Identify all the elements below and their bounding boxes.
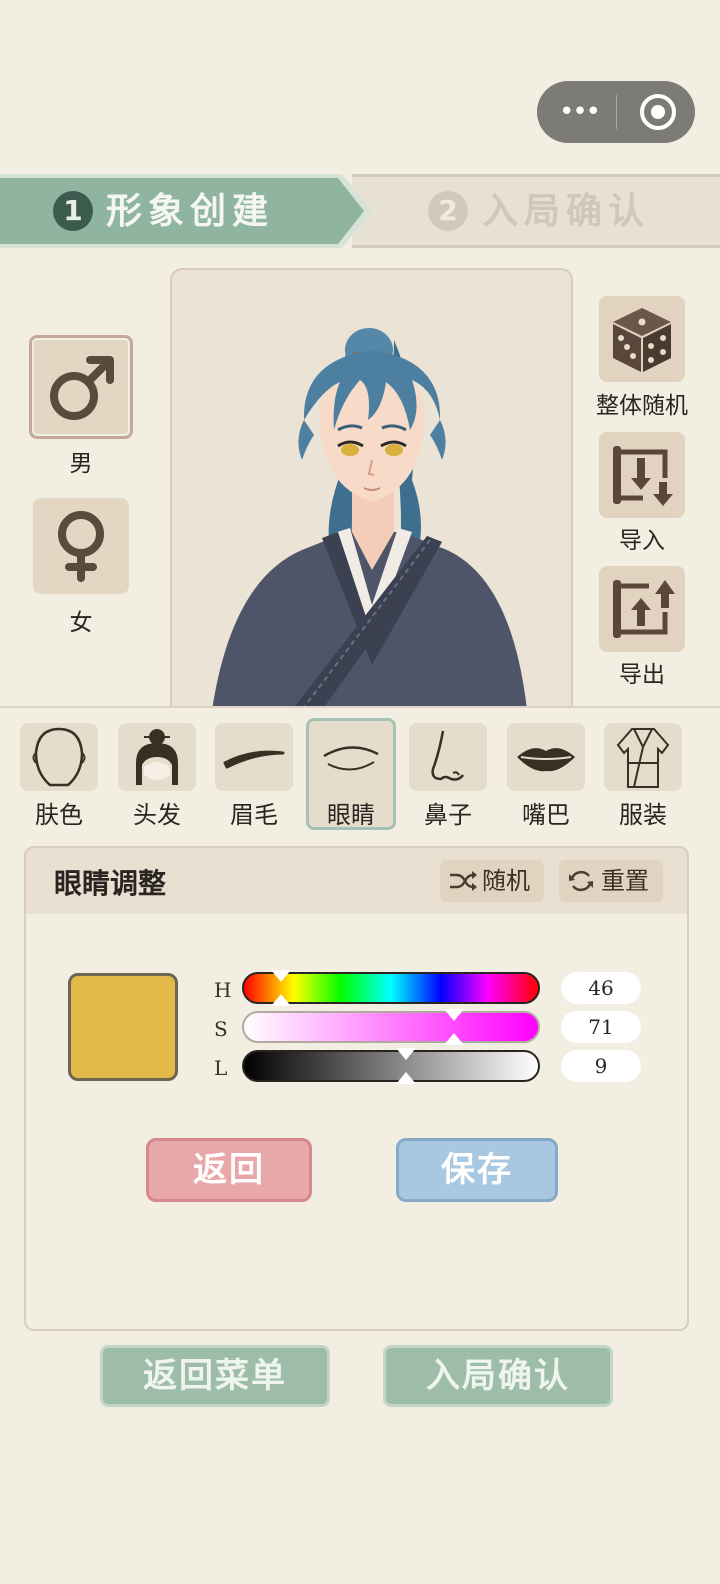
saturation-value[interactable]: 71 (561, 1011, 641, 1043)
male-button[interactable] (29, 335, 133, 439)
import-label: 导入 (619, 528, 665, 554)
category-clothing-button[interactable] (604, 723, 682, 791)
category-skin-button[interactable] (20, 723, 98, 791)
female-button[interactable] (33, 498, 129, 594)
reset-label: 重置 (601, 867, 649, 895)
hue-handle-top[interactable] (271, 970, 291, 982)
saturation-handle-bottom[interactable] (444, 1033, 464, 1045)
male-symbol-icon (50, 356, 114, 420)
hue-slider[interactable] (242, 970, 540, 1006)
step-2-label: 入局确认 (482, 190, 651, 232)
save-button[interactable]: 保存 (396, 1138, 558, 1202)
dice-icon (613, 308, 671, 372)
saturation-slider[interactable] (242, 1009, 540, 1045)
female-symbol-icon (58, 511, 104, 582)
category-eye-label: 眼睛 (327, 801, 375, 829)
eye-adjust-panel: 眼睛调整 随机 重置 H 46 S 71 L 9 返回 保存 (24, 846, 689, 1331)
return-menu-button[interactable]: 返回菜单 (100, 1345, 330, 1407)
lightness-label: L (214, 1056, 228, 1080)
face-outline-icon (32, 727, 86, 787)
back-button[interactable]: 返回 (146, 1138, 312, 1202)
category-hair-label: 头发 (133, 801, 181, 829)
hue-label: H (214, 978, 232, 1002)
hair-bun-icon (136, 729, 178, 785)
step-2-number: 2 (428, 191, 468, 231)
step-1-label: 形象创建 (106, 190, 275, 232)
panel-title: 眼睛调整 (54, 867, 167, 900)
random-all-button[interactable] (599, 296, 685, 382)
saturation-handle-top[interactable] (444, 1009, 464, 1021)
category-skin-label: 肤色 (35, 801, 83, 829)
target-circle-icon[interactable] (640, 94, 676, 130)
import-button[interactable] (599, 432, 685, 518)
category-eyebrow-button[interactable] (215, 723, 293, 791)
step-bar: 2 入局确认 1 形象创建 (0, 174, 720, 248)
color-swatch (68, 973, 178, 1081)
panel-header: 眼睛调整 随机 重置 (26, 848, 687, 914)
lightness-handle-top[interactable] (396, 1048, 416, 1060)
hue-handle-bottom[interactable] (271, 994, 291, 1006)
hue-value[interactable]: 46 (561, 972, 641, 1004)
confirm-enter-button[interactable]: 入局确认 (383, 1345, 613, 1407)
lips-icon (517, 748, 575, 772)
category-divider (0, 706, 720, 708)
random-label: 随机 (482, 867, 530, 895)
lightness-handle-bottom[interactable] (396, 1072, 416, 1084)
export-scroll-icon (613, 580, 675, 638)
saturation-label: S (214, 1017, 228, 1041)
lightness-value[interactable]: 9 (561, 1050, 641, 1082)
character-illustration (212, 328, 527, 708)
shuffle-icon (450, 871, 477, 891)
reset-arrows-icon (569, 870, 593, 892)
lightness-slider[interactable] (242, 1048, 540, 1084)
eye-icon (323, 746, 379, 771)
female-label: 女 (69, 610, 93, 636)
category-nose-button[interactable] (409, 723, 487, 791)
import-scroll-icon (613, 446, 673, 506)
category-hair-button[interactable] (118, 723, 196, 791)
reset-button[interactable]: 重置 (559, 860, 663, 902)
category-clothing-label: 服装 (619, 801, 667, 829)
capsule-divider (616, 95, 617, 129)
category-mouth-label: 嘴巴 (522, 801, 570, 829)
category-mouth-button[interactable] (507, 723, 585, 791)
male-label: 男 (69, 451, 93, 477)
mini-program-capsule: ••• (537, 81, 695, 143)
random-button[interactable]: 随机 (440, 860, 544, 902)
character-preview (170, 268, 573, 708)
nose-icon (431, 730, 465, 781)
more-dots-icon[interactable]: ••• (559, 99, 601, 125)
step-1-number: 1 (53, 191, 93, 231)
category-eyebrow-label: 眉毛 (230, 801, 278, 829)
robe-icon (616, 728, 670, 788)
category-nose-label: 鼻子 (424, 801, 472, 829)
eyebrow-icon (223, 750, 285, 769)
category-eye-button[interactable]: 眼睛 (306, 718, 396, 830)
export-button[interactable] (599, 566, 685, 652)
random-all-label: 整体随机 (596, 393, 688, 419)
step-2-tab[interactable]: 2 入局确认 (352, 174, 720, 248)
export-label: 导出 (619, 662, 665, 688)
